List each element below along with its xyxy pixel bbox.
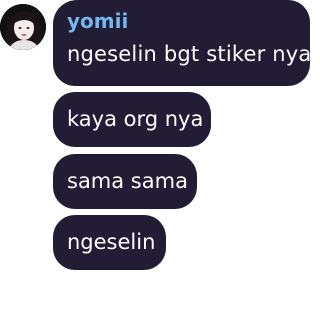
avatar-image [0, 4, 46, 50]
message-bubble-1[interactable]: yomii ngeselin bgt stiker nya [53, 0, 312, 86]
message-text-4: ngeselin [67, 230, 156, 254]
message-bubble-2[interactable]: kaya org nya [53, 92, 211, 147]
message-bubble-3[interactable]: sama sama [53, 154, 197, 209]
sender-name[interactable]: yomii [67, 11, 128, 31]
message-text-1: ngeselin bgt stiker nya [67, 42, 312, 66]
message-text-3: sama sama [67, 169, 188, 193]
message-text-2: kaya org nya [67, 107, 204, 131]
message-bubble-4[interactable]: ngeselin [53, 215, 166, 270]
avatar[interactable] [0, 4, 46, 50]
